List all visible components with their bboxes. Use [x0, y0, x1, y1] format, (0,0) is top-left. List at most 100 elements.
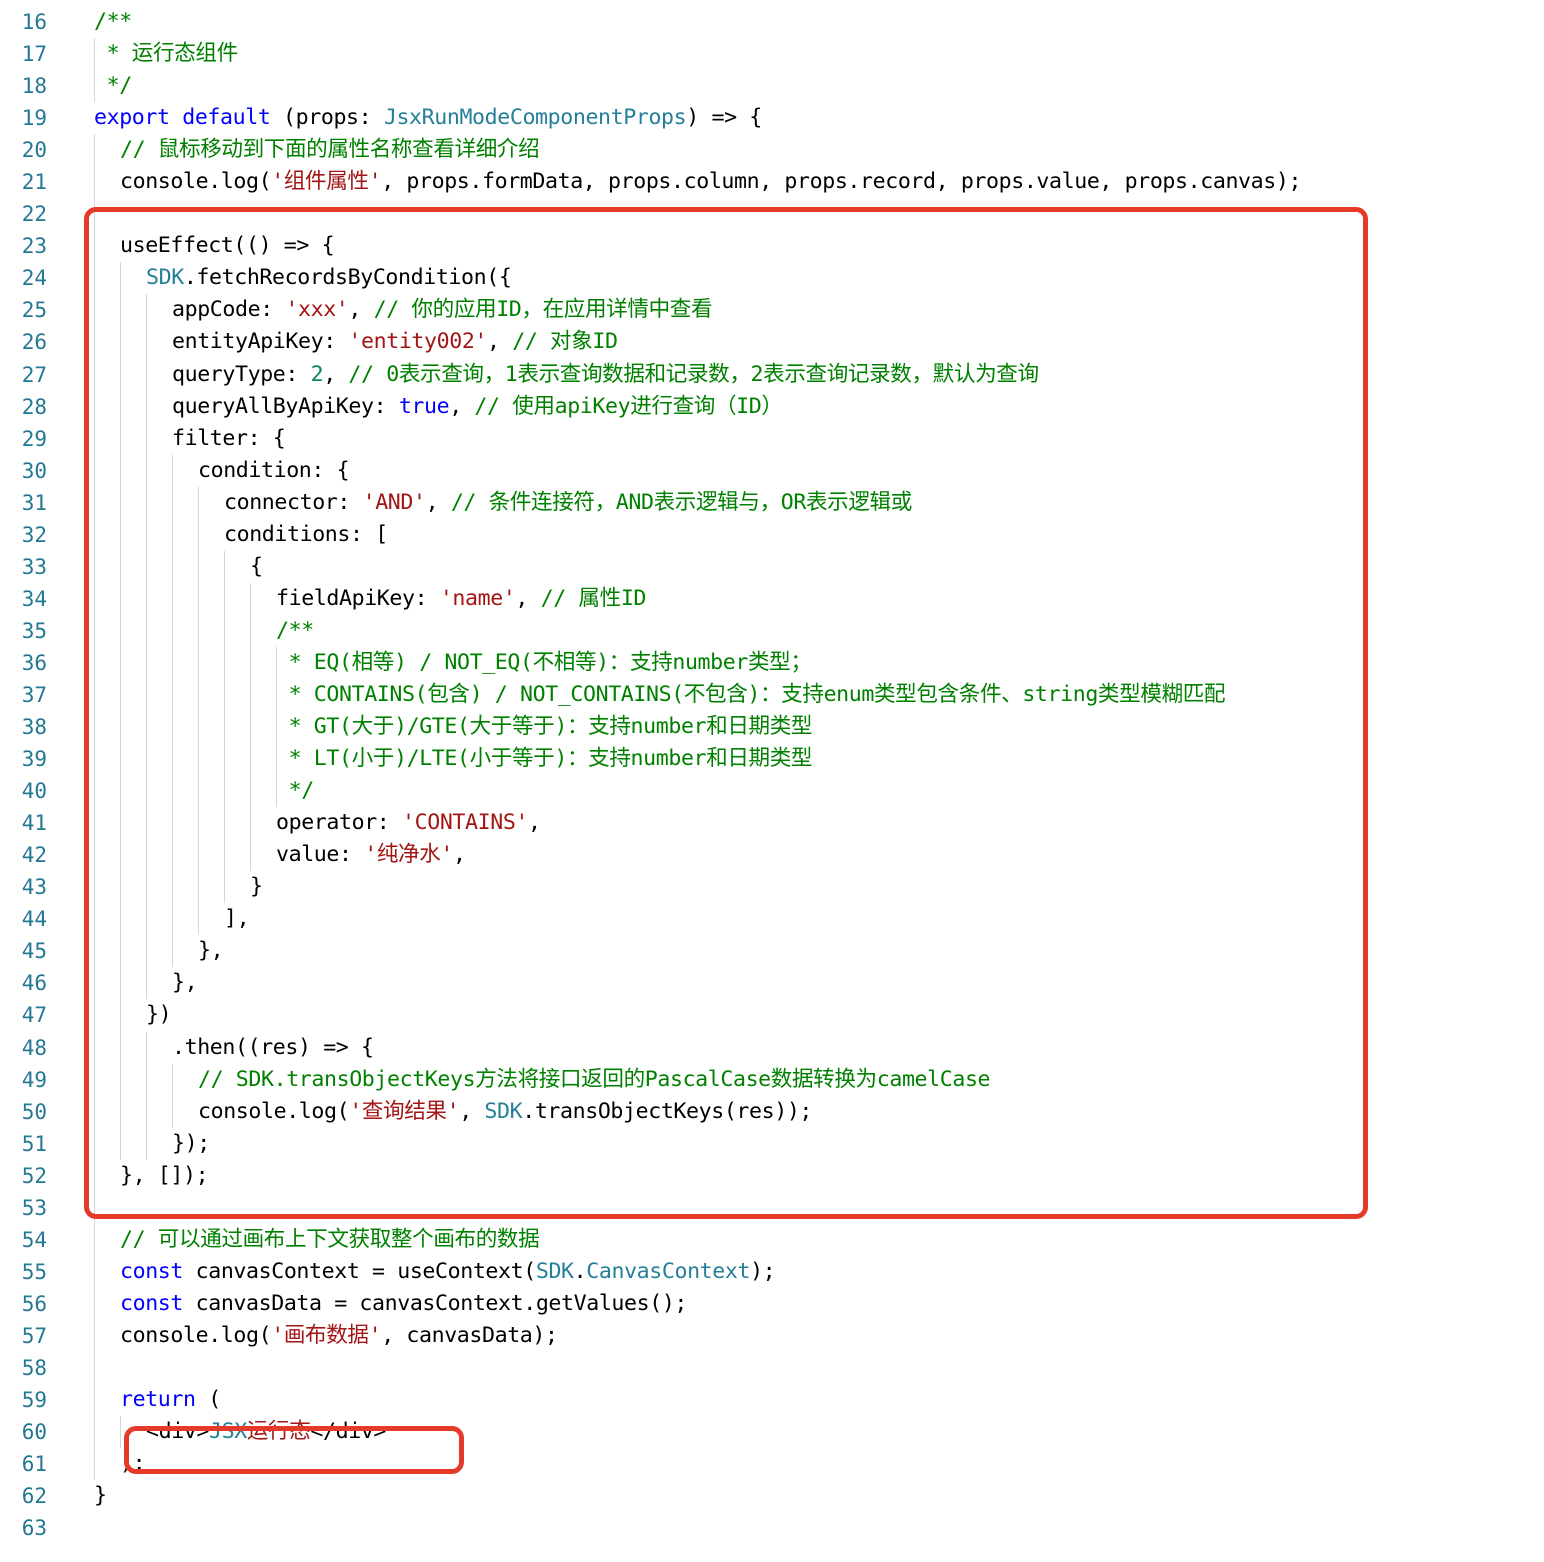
code-line[interactable]: 52}, []); — [0, 1159, 1544, 1192]
code-line[interactable]: 24 SDK.fetchRecordsByCondition({ — [0, 262, 1544, 295]
line-number: 43 — [21, 875, 47, 900]
code-token: // 属性ID — [540, 585, 647, 611]
indent-guide — [120, 1063, 121, 1096]
code-text: queryAllByApiKey: true, // 使用apiKey进行查询（… — [172, 391, 783, 423]
code-line[interactable]: 22 — [0, 198, 1544, 231]
indent-guide — [146, 1063, 147, 1096]
code-line[interactable]: 42 value: '纯净水', — [0, 839, 1544, 872]
indent-guide — [94, 550, 95, 583]
line-number: 57 — [21, 1323, 47, 1348]
code-line[interactable]: 56 const canvasData = canvasContext.getVa… — [0, 1287, 1544, 1320]
indent-guide — [198, 743, 199, 776]
indent-guide — [198, 775, 199, 808]
code-text: } — [94, 1480, 107, 1512]
indent-guide — [94, 935, 95, 968]
indent-guide — [120, 646, 121, 679]
indent-guide — [94, 1191, 95, 1224]
code-line[interactable]: 37 * CONTAINS(包含) / NOT_CONTAINS(不包含)：支持… — [0, 678, 1544, 712]
indent-guide — [146, 326, 147, 359]
code-text: entityApiKey: 'entity002', // 对象ID — [172, 326, 618, 358]
indent-guide — [94, 871, 95, 904]
code-line[interactable]: 43} — [0, 871, 1544, 904]
code-line[interactable]: 16 /** — [0, 6, 1544, 38]
code-line[interactable]: 48 .then((res) => { — [0, 1031, 1544, 1064]
code-line[interactable]: 62} — [0, 1480, 1544, 1512]
code-line[interactable]: 23 useEffect(() => { — [0, 230, 1544, 263]
code-line[interactable]: 19 export default (props: JsxRunModeCompo… — [0, 102, 1544, 134]
code-line[interactable]: 45}, — [0, 935, 1544, 968]
indent-guide — [250, 582, 251, 615]
code-text: // 鼠标移动到下面的属性名称查看详细介绍 — [120, 134, 540, 166]
code-line[interactable]: 29 filter: { — [0, 422, 1544, 455]
code-line[interactable]: 53 — [0, 1191, 1544, 1224]
code-line[interactable]: 33 { — [0, 550, 1544, 583]
code-line[interactable]: 59 return ( — [0, 1384, 1544, 1417]
code-line[interactable]: 50 console.log('查询结果', SDK.transObjectKey… — [0, 1095, 1544, 1128]
indent-guide — [120, 422, 121, 455]
code-token: condition: { — [198, 457, 350, 483]
code-line[interactable]: 32 conditions: [ — [0, 518, 1544, 551]
code-line[interactable]: 21 console.log('组件属性', props.formData, pr… — [0, 166, 1544, 199]
line-number: 19 — [21, 106, 47, 131]
indent-guide — [146, 646, 147, 679]
indent-guide — [94, 326, 95, 359]
code-line[interactable]: 60 <div>JSX运行态</div> — [0, 1416, 1544, 1449]
indent-guide — [146, 518, 147, 551]
code-line[interactable]: 61); — [0, 1448, 1544, 1481]
code-text: console.log('查询结果', SDK.transObjectKeys(… — [198, 1096, 812, 1128]
code-line[interactable]: 20 // 鼠标移动到下面的属性名称查看详细介绍 — [0, 134, 1544, 167]
code-line[interactable]: 46}, — [0, 967, 1544, 1000]
indent-guide — [94, 614, 95, 647]
code-line[interactable]: 41 operator: 'CONTAINS', — [0, 807, 1544, 840]
code-line[interactable]: 63 — [0, 1512, 1544, 1544]
code-line[interactable]: 38 * GT(大于)/GTE(大于等于)：支持number和日期类型 — [0, 711, 1544, 744]
code-line[interactable]: 26 entityApiKey: 'entity002', // 对象ID — [0, 326, 1544, 359]
line-number: 18 — [21, 74, 47, 99]
code-line[interactable]: 17 * 运行态组件 — [0, 38, 1544, 71]
code-token: operator: — [276, 810, 403, 836]
code-line[interactable]: 30 condition: { — [0, 454, 1544, 487]
code-token: // SDK.transObjectKeys方法将接口返回的PascalCase… — [198, 1066, 991, 1092]
code-line[interactable]: 47}) — [0, 999, 1544, 1032]
code-line[interactable]: 28 queryAllByApiKey: true, // 使用apiKey进行查… — [0, 390, 1544, 423]
code-line[interactable]: 51}); — [0, 1127, 1544, 1160]
indent-guide — [120, 711, 121, 744]
code-line[interactable]: 25 appCode: 'xxx', // 你的应用ID，在应用详情中查看 — [0, 294, 1544, 327]
line-number: 36 — [21, 650, 47, 675]
indent-guide — [172, 871, 173, 904]
code-line[interactable]: 39 * LT(小于)/LTE(小于等于)：支持number和日期类型 — [0, 743, 1544, 776]
code-text: }) — [146, 999, 172, 1031]
code-editor[interactable]: 16/** 17 * 运行态组件 18 */19 export default (pr… — [0, 6, 1544, 1544]
code-token: .then((res) => { — [172, 1034, 374, 1060]
line-number: 53 — [21, 1195, 47, 1220]
code-line[interactable]: 54 // 可以通过画布上下文获取整个画布的数据 — [0, 1223, 1544, 1256]
code-token: entityApiKey: — [172, 329, 349, 355]
code-text: operator: 'CONTAINS', — [276, 807, 541, 839]
code-line[interactable]: 40 */ — [0, 775, 1544, 808]
code-line[interactable]: 55 const canvasContext = useContext(SDK.C… — [0, 1255, 1544, 1288]
code-text: <div>JSX运行态</div> — [146, 1416, 386, 1448]
indent-guide — [94, 807, 95, 840]
code-line[interactable]: 44], — [0, 903, 1544, 936]
code-token: 'AND' — [362, 489, 426, 515]
code-token: const — [120, 1258, 184, 1284]
indent-guide — [146, 807, 147, 840]
code-text: return ( — [120, 1384, 221, 1416]
code-line[interactable]: 27 queryType: 2, // 0表示查询，1表示查询数据和记录数，2表示… — [0, 358, 1544, 391]
indent-guide — [146, 486, 147, 519]
line-number: 26 — [21, 330, 47, 355]
code-line[interactable]: 58 — [0, 1351, 1544, 1385]
code-line[interactable]: 36 * EQ(相等) / NOT_EQ(不相等)：支持number类型； — [0, 646, 1544, 679]
indent-guide — [172, 646, 173, 679]
code-line[interactable]: 34 fieldApiKey: 'name', // 属性ID — [0, 582, 1544, 615]
code-line[interactable]: 18 */ — [0, 70, 1544, 103]
code-line[interactable]: 57 console.log('画布数据', canvasData); — [0, 1319, 1544, 1352]
code-text: * GT(大于)/GTE(大于等于)：支持number和日期类型 — [276, 711, 813, 743]
indent-guide — [198, 871, 199, 904]
code-line[interactable]: 49 // SDK.transObjectKeys方法将接口返回的PascalCa… — [0, 1063, 1544, 1096]
code-line[interactable]: 31 connector: 'AND', // 条件连接符，AND表示逻辑与，OR… — [0, 486, 1544, 519]
code-text: */ — [94, 70, 133, 102]
code-line[interactable]: 35 /** — [0, 614, 1544, 647]
code-token: 'CONTAINS' — [402, 810, 529, 836]
indent-guide — [120, 294, 121, 327]
